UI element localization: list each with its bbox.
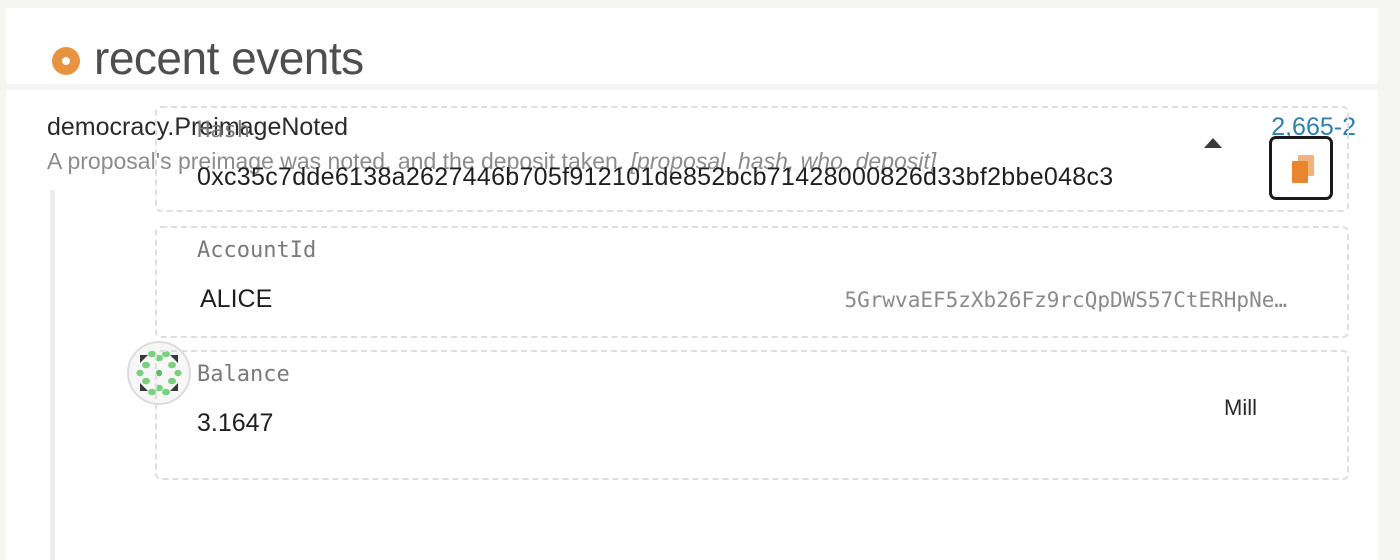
account-name[interactable]: ALICE <box>200 284 272 314</box>
balance-label: Balance <box>197 362 290 387</box>
hash-label: Hash <box>197 118 250 143</box>
account-field: AccountId ALICE 5GrwvaEF5zXb26Fz9rcQpDWS… <box>155 226 1349 338</box>
nesting-rule <box>50 190 55 560</box>
copy-button[interactable] <box>1269 136 1333 200</box>
page-title: recent events <box>94 32 364 84</box>
hash-field: Hash 0xc35c7dde6138a2627446b705f912101de… <box>155 106 1349 212</box>
balance-unit: Mill <box>1224 395 1257 420</box>
account-label: AccountId <box>197 238 317 263</box>
balance-field: Balance 3.1647 Mill <box>155 350 1349 480</box>
status-dot-icon <box>52 47 80 75</box>
account-address[interactable]: 5GrwvaEF5zXb26Fz9rcQpDWS57CtERHpNe… <box>844 286 1287 314</box>
balance-value: 3.1647 <box>197 409 274 437</box>
copy-icon <box>1292 155 1314 183</box>
events-header: recent events <box>6 8 1378 84</box>
hash-value[interactable]: 0xc35c7dde6138a2627446b705f912101de852bc… <box>197 162 1114 192</box>
